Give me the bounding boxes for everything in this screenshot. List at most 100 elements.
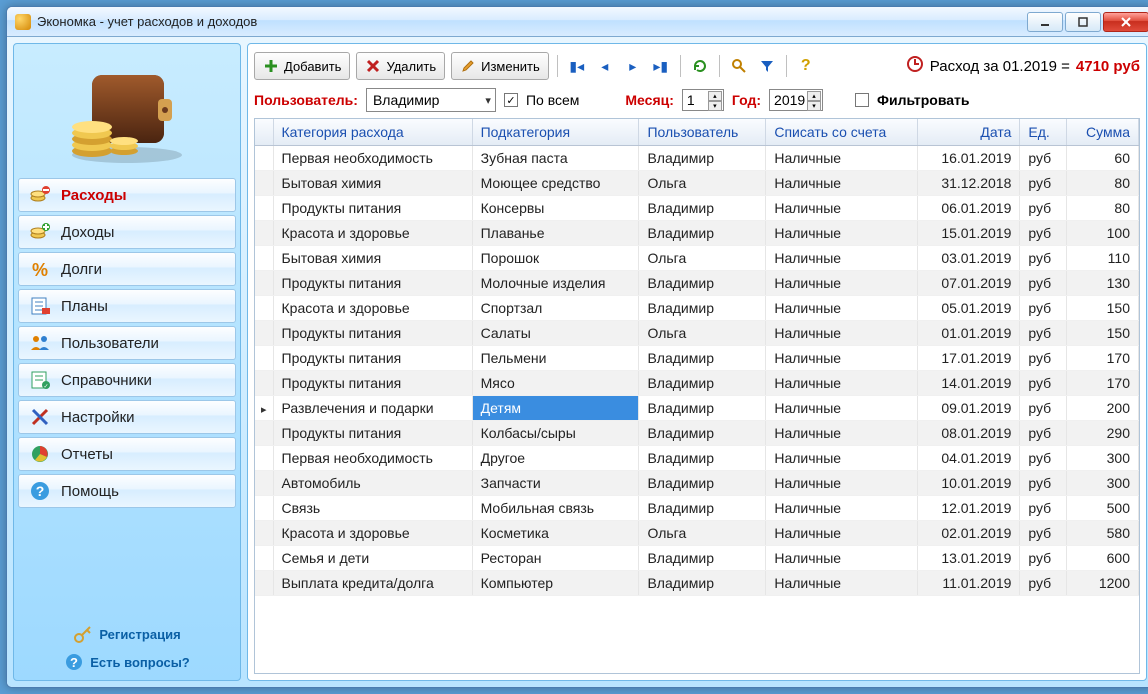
row-indicator <box>255 446 273 471</box>
register-link[interactable]: Регистрация <box>24 624 230 644</box>
filter-icon[interactable] <box>756 55 778 77</box>
percent-icon: % <box>29 258 51 280</box>
minimize-button[interactable] <box>1027 12 1063 32</box>
maximize-button[interactable] <box>1065 12 1101 32</box>
sidebar-item-6[interactable]: Настройки <box>18 400 236 434</box>
table-row[interactable]: Продукты питанияСалатыОльгаНаличные01.01… <box>255 321 1139 346</box>
table-row[interactable]: Продукты питанияМясоВладимирНаличные14.0… <box>255 371 1139 396</box>
cell-user: Владимир <box>639 146 766 171</box>
close-button[interactable] <box>1103 12 1148 32</box>
row-indicator <box>255 246 273 271</box>
table-row[interactable]: ▸Развлечения и подаркиДетямВладимирНалич… <box>255 396 1139 421</box>
users-icon <box>29 332 51 354</box>
expense-table[interactable]: Категория расходаПодкатегорияПользовател… <box>254 118 1140 674</box>
table-row[interactable]: Выплата кредита/долгаКомпьютерВладимирНа… <box>255 571 1139 596</box>
col-header[interactable]: Категория расхода <box>273 119 472 146</box>
col-header[interactable]: Ед. <box>1020 119 1067 146</box>
nav-first-icon[interactable]: ▮◂ <box>566 55 588 77</box>
col-header[interactable]: Пользователь <box>639 119 766 146</box>
col-indicator <box>255 119 273 146</box>
cell-user: Ольга <box>639 246 766 271</box>
table-row[interactable]: Красота и здоровьеПлаваньеВладимирНаличн… <box>255 221 1139 246</box>
row-indicator <box>255 521 273 546</box>
cell-unit: руб <box>1020 471 1067 496</box>
cell-subcategory: Молочные изделия <box>472 271 639 296</box>
table-row[interactable]: Продукты питанияПельмениВладимирНаличные… <box>255 346 1139 371</box>
cell-user: Владимир <box>639 446 766 471</box>
cell-unit: руб <box>1020 496 1067 521</box>
cell-unit: руб <box>1020 571 1067 596</box>
sidebar-item-4[interactable]: Пользователи <box>18 326 236 360</box>
sidebar-item-label: Настройки <box>61 409 135 426</box>
table-row[interactable]: АвтомобильЗапчастиВладимирНаличные10.01.… <box>255 471 1139 496</box>
cell-subcategory: Салаты <box>472 321 639 346</box>
table-row[interactable]: Бытовая химияМоющее средствоОльгаНаличны… <box>255 171 1139 196</box>
table-row[interactable]: Красота и здоровьеСпортзалВладимирНаличн… <box>255 296 1139 321</box>
sidebar-item-label: Планы <box>61 298 108 315</box>
app-window: Экономка - учет расходов и доходов <box>6 6 1148 688</box>
cell-user: Владимир <box>639 496 766 521</box>
cell-user: Владимир <box>639 371 766 396</box>
table-row[interactable]: Первая необходимостьДругоеВладимирНаличн… <box>255 446 1139 471</box>
cell-sum: 100 <box>1067 221 1139 246</box>
cell-date: 12.01.2019 <box>917 496 1019 521</box>
all-users-checkbox[interactable]: ✓ <box>504 93 518 107</box>
cell-date: 05.01.2019 <box>917 296 1019 321</box>
help-toolbar-icon[interactable]: ? <box>795 55 817 77</box>
sidebar-item-7[interactable]: Отчеты <box>18 437 236 471</box>
cell-sum: 1200 <box>1067 571 1139 596</box>
table-row[interactable]: Продукты питанияКонсервыВладимирНаличные… <box>255 196 1139 221</box>
year-input[interactable]: 2019▴▾ <box>769 89 823 111</box>
cell-account: Наличные <box>766 221 918 246</box>
cell-user: Владимир <box>639 221 766 246</box>
sidebar-item-0[interactable]: Расходы <box>18 178 236 212</box>
window-title: Экономка - учет расходов и доходов <box>37 14 257 29</box>
cell-subcategory: Плаванье <box>472 221 639 246</box>
col-header[interactable]: Списать со счета <box>766 119 918 146</box>
reload-summary-icon[interactable] <box>906 55 924 77</box>
edit-button[interactable]: Изменить <box>451 52 549 80</box>
cell-date: 11.01.2019 <box>917 571 1019 596</box>
table-row[interactable]: Первая необходимостьЗубная пастаВладимир… <box>255 146 1139 171</box>
sidebar: Расходы Доходы %Долги Планы Пользователи✓Спр… <box>13 43 241 681</box>
col-header[interactable]: Подкатегория <box>472 119 639 146</box>
table-row[interactable]: Семья и детиРесторанВладимирНаличные13.0… <box>255 546 1139 571</box>
row-indicator <box>255 371 273 396</box>
cell-unit: руб <box>1020 146 1067 171</box>
sidebar-item-1[interactable]: Доходы <box>18 215 236 249</box>
cell-user: Владимир <box>639 471 766 496</box>
col-header[interactable]: Дата <box>917 119 1019 146</box>
year-label: Год: <box>732 92 761 108</box>
sidebar-item-2[interactable]: %Долги <box>18 252 236 286</box>
cell-date: 09.01.2019 <box>917 396 1019 421</box>
cell-sum: 110 <box>1067 246 1139 271</box>
table-row[interactable]: СвязьМобильная связьВладимирНаличные12.0… <box>255 496 1139 521</box>
questions-link[interactable]: ? Есть вопросы? <box>24 652 230 672</box>
delete-button[interactable]: Удалить <box>356 52 445 80</box>
row-indicator <box>255 296 273 321</box>
refresh-icon[interactable] <box>689 55 711 77</box>
col-header[interactable]: Сумма <box>1067 119 1139 146</box>
cell-category: Семья и дети <box>273 546 472 571</box>
table-row[interactable]: Продукты питанияКолбасы/сырыВладимирНали… <box>255 421 1139 446</box>
sidebar-item-label: Доходы <box>61 224 114 241</box>
cell-account: Наличные <box>766 496 918 521</box>
nav-next-icon[interactable]: ▸ <box>622 55 644 77</box>
plus-icon <box>263 58 279 74</box>
sidebar-item-8[interactable]: ?Помощь <box>18 474 236 508</box>
user-select[interactable]: Владимир <box>366 88 496 112</box>
sidebar-item-3[interactable]: Планы <box>18 289 236 323</box>
cell-sum: 80 <box>1067 196 1139 221</box>
search-icon[interactable] <box>728 55 750 77</box>
month-input[interactable]: 1▴▾ <box>682 89 724 111</box>
nav-prev-icon[interactable]: ◂ <box>594 55 616 77</box>
add-button[interactable]: Добавить <box>254 52 350 80</box>
tools-icon <box>29 406 51 428</box>
table-row[interactable]: Красота и здоровьеКосметикаОльгаНаличные… <box>255 521 1139 546</box>
sidebar-item-5[interactable]: ✓Справочники <box>18 363 236 397</box>
x-icon <box>365 58 381 74</box>
filter-checkbox[interactable] <box>855 93 869 107</box>
table-row[interactable]: Продукты питанияМолочные изделияВладимир… <box>255 271 1139 296</box>
table-row[interactable]: Бытовая химияПорошокОльгаНаличные03.01.2… <box>255 246 1139 271</box>
nav-last-icon[interactable]: ▸▮ <box>650 55 672 77</box>
